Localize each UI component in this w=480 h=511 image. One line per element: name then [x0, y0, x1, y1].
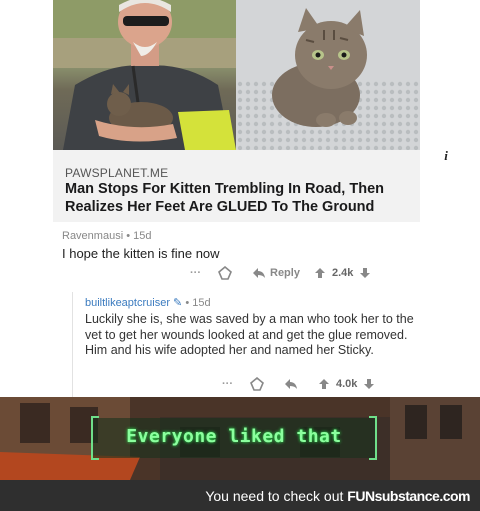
comment-text: I hope the kitten is fine now	[62, 246, 220, 261]
more-options-icon[interactable]: ···	[222, 378, 250, 390]
site-logo[interactable]: FUNsubstance.com	[347, 488, 470, 504]
info-icon[interactable]: i	[436, 146, 456, 166]
watermark-prefix: You need to check out	[205, 488, 344, 504]
upvote-icon[interactable]	[314, 267, 326, 279]
watermark-text: You need to check out FUNsubstance.com	[205, 488, 470, 504]
reply-button[interactable]: Reply	[270, 267, 300, 279]
flair-icon: ✎	[173, 297, 183, 309]
comment-actions: ··· 4.0k	[222, 377, 375, 391]
comment-age: 15d	[192, 297, 211, 309]
comment-ravenmausi: Ravenmausi • 15d I hope the kitten is fi…	[62, 230, 422, 262]
comment-text: Luckily she is, she was saved by a man w…	[85, 312, 414, 357]
comment-meta: builtlikeaptcruiser ✎ • 15d	[85, 296, 415, 309]
more-options-icon[interactable]: ···	[190, 267, 218, 279]
comment-meta: Ravenmausi • 15d	[62, 230, 422, 242]
article-headline[interactable]: Man Stops For Kitten Trembling In Road, …	[65, 180, 415, 216]
comment-builtlikeaptcruiser: builtlikeaptcruiser ✎ • 15d Luckily she …	[85, 296, 415, 359]
award-icon[interactable]	[250, 377, 264, 391]
kitten-closeup-photo	[236, 0, 420, 150]
comment-actions: ··· Reply 2.4k	[190, 266, 371, 280]
thread-line[interactable]	[72, 292, 73, 400]
comment-age: 15d	[133, 230, 152, 242]
comment-author[interactable]: builtlikeaptcruiser	[85, 297, 170, 309]
notification-bracket: Everyone liked that	[91, 416, 377, 460]
man-holding-kitten-photo	[53, 0, 236, 150]
comment-author[interactable]: Ravenmausi	[62, 230, 123, 242]
reply-icon[interactable]	[252, 267, 266, 279]
upvote-icon[interactable]	[318, 378, 330, 390]
meme-image: i PAWSPLANET.ME Man Stops For Kitten Tre…	[0, 0, 480, 511]
article-source: PAWSPLANET.ME	[65, 166, 169, 180]
watermark-bar: You need to check out FUNsubstance.com	[0, 480, 480, 511]
article-card[interactable]: i PAWSPLANET.ME Man Stops For Kitten Tre…	[53, 0, 456, 222]
downvote-icon[interactable]	[359, 267, 371, 279]
downvote-icon[interactable]	[363, 378, 375, 390]
reply-icon[interactable]	[284, 378, 298, 390]
companion-notification: Everyone liked that	[126, 426, 342, 447]
vote-score: 4.0k	[336, 378, 358, 390]
award-icon[interactable]	[218, 266, 232, 280]
vote-score: 2.4k	[331, 267, 354, 279]
